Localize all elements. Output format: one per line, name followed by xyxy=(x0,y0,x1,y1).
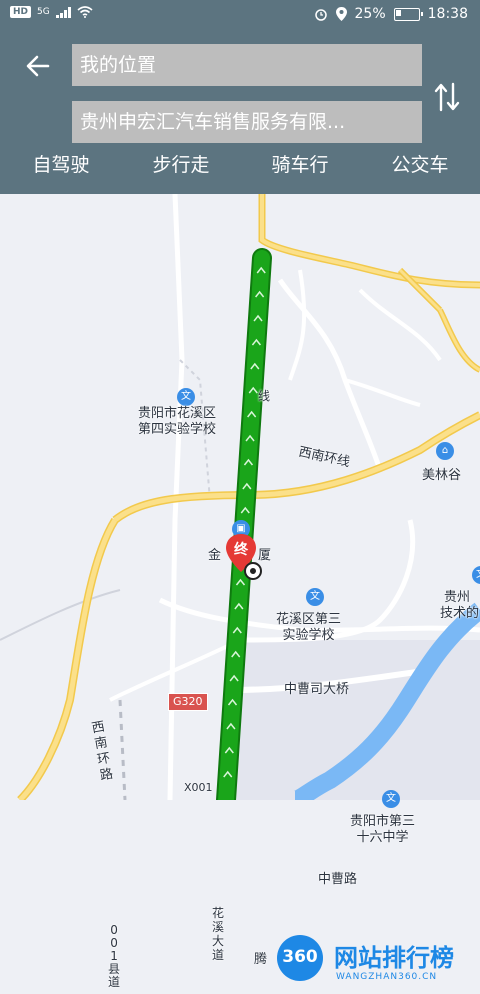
tab-drive[interactable]: 自驾驶 xyxy=(11,150,111,177)
label-jishu: 技术的 xyxy=(440,606,480,621)
label-school36: 贵阳市第三 十六中学 xyxy=(350,814,416,845)
watermark-number: 360 xyxy=(282,947,318,967)
battery-percent: 25% xyxy=(354,6,386,22)
tab-bike[interactable]: 骑车行 xyxy=(250,150,350,177)
alarm-icon xyxy=(314,9,327,21)
label-teng: 腾 xyxy=(254,952,268,967)
shop-poi-icon[interactable]: ⌂ xyxy=(436,442,454,460)
label-jin: 金 xyxy=(208,548,222,563)
map-view[interactable]: 文 贵阳市花溪区 第四实验学校 线 西南环线 ⌂ 美林谷 ▣ 金 厦 文 花溪区… xyxy=(0,194,480,989)
battery-icon xyxy=(393,7,423,21)
watermark-title: 网站排行榜 xyxy=(334,944,454,972)
network-label: 5G xyxy=(37,7,50,17)
label-x001: X001 xyxy=(184,781,213,794)
label-zhongcaosi-bridge: 中曹司大桥 xyxy=(284,682,350,697)
signal-icon xyxy=(55,6,71,18)
hd-badge: HD xyxy=(10,6,32,18)
label-sha: 厦 xyxy=(258,548,272,563)
destination-marker-label: 终 xyxy=(234,542,248,558)
map-canvas xyxy=(0,194,480,800)
swap-icon[interactable] xyxy=(432,80,462,114)
tab-walk[interactable]: 步行走 xyxy=(131,150,231,177)
label-guizhou: 贵州 xyxy=(444,590,471,605)
location-icon xyxy=(335,7,347,21)
school-poi-icon[interactable]: 文 xyxy=(382,790,400,808)
g320-badge: G320 xyxy=(168,693,208,711)
label-school4: 贵阳市花溪区 第四实验学校 xyxy=(138,406,217,437)
label-huaxi-avenue: 花 溪 大 道 xyxy=(212,906,225,962)
travel-mode-tabs: 自驾驶 步行走 骑车行 公交车 xyxy=(0,150,480,190)
label-zhongcao-road: 中曹路 xyxy=(318,872,358,887)
label-top-road: 线 xyxy=(258,389,271,403)
back-arrow-icon[interactable] xyxy=(22,52,54,84)
destination-input[interactable]: 贵州申宏汇汽车销售服务有限... xyxy=(72,101,422,143)
tab-bus[interactable]: 公交车 xyxy=(370,150,470,177)
watermark-url: WANGZHAN360.CN xyxy=(336,972,438,982)
clock: 18:38 xyxy=(427,6,468,22)
label-meilin: 美林谷 xyxy=(422,468,462,483)
label-county-road: 0 0 1 县 道 xyxy=(108,923,121,989)
wifi-icon xyxy=(77,6,93,18)
current-location-icon xyxy=(244,562,262,580)
school-poi-icon[interactable]: 文 xyxy=(177,388,195,406)
school-poi-icon[interactable]: 文 xyxy=(306,588,324,606)
origin-input[interactable]: 我的位置 xyxy=(72,44,422,86)
status-bar: HD 5G 25% 18:38 xyxy=(0,0,480,32)
watermark: 360 网站排行榜 WANGZHAN360.CN xyxy=(276,932,476,994)
label-school3: 花溪区第三 实验学校 xyxy=(276,612,342,643)
